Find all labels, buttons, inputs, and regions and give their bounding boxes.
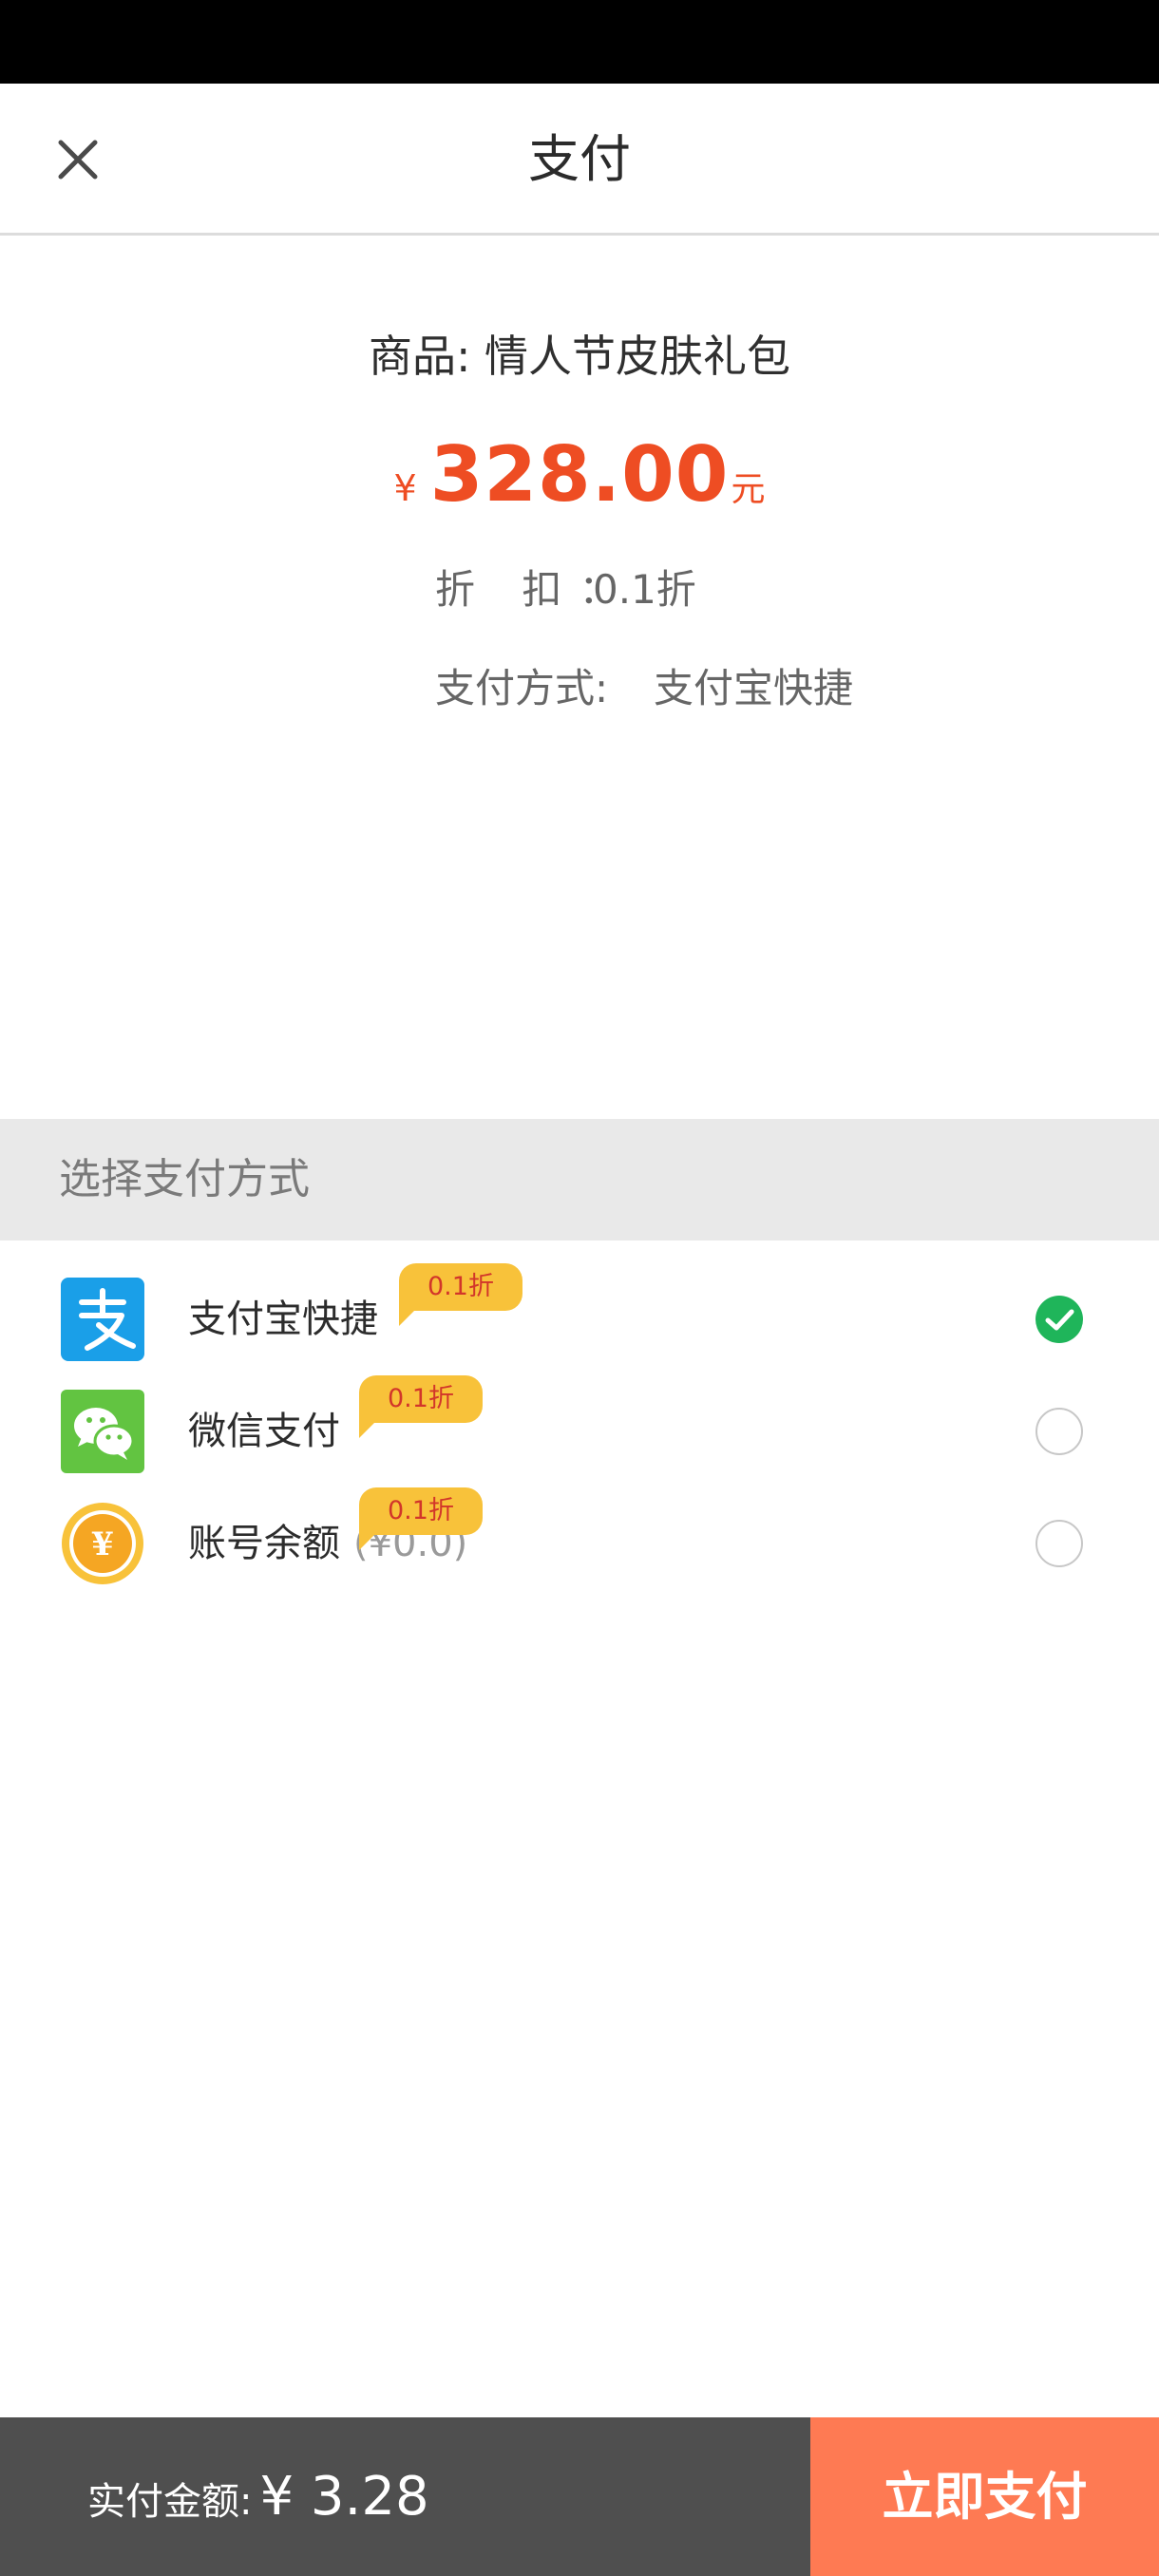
discount-value: 0.1折 bbox=[593, 566, 696, 613]
discount-badge: 0.1折 bbox=[359, 1487, 483, 1550]
price: ¥328.00元 bbox=[0, 427, 1159, 543]
payment-method-value: 支付宝快捷 bbox=[654, 665, 854, 711]
total-value: ¥ 3.28 bbox=[259, 2466, 429, 2528]
close-button[interactable] bbox=[38, 120, 118, 199]
close-icon bbox=[58, 140, 98, 180]
payment-option-balance[interactable]: ¥ 账号余额 (¥0.0) 0.1折 bbox=[0, 1487, 1159, 1600]
radio-unselected[interactable] bbox=[1036, 1520, 1083, 1567]
discount-badge: 0.1折 bbox=[399, 1263, 522, 1326]
price-unit: 元 bbox=[731, 470, 766, 509]
payment-option-label: 微信支付 bbox=[188, 1410, 340, 1453]
total-label: 实付金额: bbox=[87, 2480, 253, 2524]
page-title: 支付 bbox=[528, 129, 631, 189]
alipay-icon bbox=[61, 1278, 144, 1361]
price-currency-symbol: ¥ bbox=[393, 467, 417, 509]
header: 支付 bbox=[0, 84, 1159, 236]
radio-selected[interactable] bbox=[1036, 1296, 1083, 1343]
coin-balance-icon: ¥ bbox=[62, 1503, 143, 1584]
radio-unselected[interactable] bbox=[1036, 1408, 1083, 1455]
total-amount: 实付金额: ¥ 3.28 bbox=[87, 2417, 429, 2576]
bottom-bar: 实付金额: ¥ 3.28 立即支付 bbox=[0, 2417, 1159, 2576]
product-name: 商品: 情人节皮肤礼包 bbox=[368, 331, 791, 382]
balance-label: 账号余额 bbox=[188, 1522, 340, 1565]
payment-section-title: 选择支付方式 bbox=[59, 1155, 310, 1203]
pay-now-button[interactable]: 立即支付 bbox=[810, 2417, 1159, 2576]
payment-page: 支付 商品: 情人节皮肤礼包 ¥328.00元 折 扣：0.1折 支付方式: 支付… bbox=[0, 0, 1159, 2576]
payment-option-label: 支付宝快捷 bbox=[188, 1297, 378, 1341]
payment-option-alipay[interactable]: 支付宝快捷 0.1折 bbox=[0, 1263, 1159, 1375]
payment-method-info: 支付方式: 支付宝快捷 bbox=[435, 655, 853, 722]
wechat-pay-icon bbox=[61, 1390, 144, 1473]
discount-label: 折 扣： bbox=[435, 566, 636, 613]
price-value: 328.00 bbox=[429, 430, 730, 519]
discount-info: 折 扣：0.1折 bbox=[435, 557, 696, 623]
check-icon bbox=[1045, 1309, 1074, 1331]
payment-method-label: 支付方式: bbox=[435, 665, 609, 711]
payment-section-header: 选择支付方式 bbox=[0, 1119, 1159, 1241]
svg-text:¥: ¥ bbox=[91, 1525, 114, 1563]
discount-badge: 0.1折 bbox=[359, 1375, 483, 1438]
status-bar bbox=[0, 0, 1159, 84]
payment-option-wechat[interactable]: 微信支付 0.1折 bbox=[0, 1375, 1159, 1487]
